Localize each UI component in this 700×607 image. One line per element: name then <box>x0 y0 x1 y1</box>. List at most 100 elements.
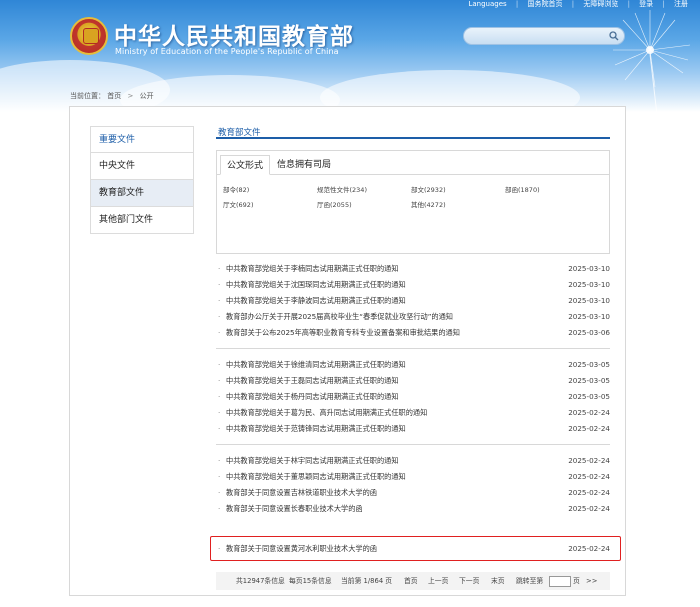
bullet-icon: · <box>218 488 221 497</box>
pager-page-unit: 页 <box>573 577 580 585</box>
bullet-icon: · <box>218 264 221 273</box>
list-item-title[interactable]: 教育部关于公布2025年高等职业教育专科专业设置备案和审批结果的通知 <box>226 328 460 337</box>
list-item-date: 2025-03-05 <box>568 392 610 401</box>
list-item[interactable]: · 教育部关于同意设置黄河水利职业技术大学的函 2025-02-24 <box>216 541 610 557</box>
chevron-right-icon: > <box>127 92 134 100</box>
list-item-title[interactable]: 中共教育部党组关于李楠同志试用期满正式任职的通知 <box>226 264 399 273</box>
filter-tabs: 公文形式 信息拥有司局 <box>217 151 609 175</box>
national-emblem-icon[interactable] <box>70 17 108 55</box>
bullet-icon: · <box>218 504 221 513</box>
pager-total: 共12947条信息 <box>236 577 285 585</box>
list-item[interactable]: · 教育部办公厅关于开展2025届高校毕业生“春季促就业攻坚行动”的通知 2025-… <box>216 309 610 325</box>
pager-go-button[interactable]: >> <box>586 572 597 590</box>
bullet-icon: · <box>218 376 221 385</box>
list-item-title[interactable]: 中共教育部党组关于沈国琛同志试用期满正式任职的通知 <box>226 280 406 289</box>
list-item-title[interactable]: 中共教育部党组关于王磊同志试用期满正式任职的通知 <box>226 376 399 385</box>
list-item-date: 2025-03-10 <box>568 296 610 305</box>
breadcrumb: 当前位置： 首页 > 公开 <box>70 91 154 101</box>
bullet-icon: · <box>218 280 221 289</box>
list-item-title[interactable]: 教育部办公厅关于开展2025届高校毕业生“春季促就业攻坚行动”的通知 <box>226 312 453 321</box>
tab-document-type[interactable]: 公文形式 <box>220 155 271 175</box>
list-item[interactable]: · 中共教育部党组关于李楠同志试用期满正式任职的通知 2025-03-10 <box>216 261 610 277</box>
sidebar-item-other-departments[interactable]: 其他部门文件 <box>90 207 194 234</box>
pager-first-button[interactable]: 首页 <box>404 572 418 590</box>
pager-current: 当前第 1/864 页 <box>341 577 393 585</box>
list-item-date: 2025-03-05 <box>568 376 610 385</box>
category-link[interactable]: 其他(4272) <box>411 199 446 209</box>
content-area: 教育部文件 公文形式 信息拥有司局 部令(82) 规范性文件(234) 部文(2… <box>210 126 621 590</box>
breadcrumb-home[interactable]: 首页 <box>107 92 121 100</box>
pagination: 共12947条信息 每页15条信息 当前第 1/864 页 首页 上一页 下一页… <box>216 572 610 590</box>
list-item[interactable]: · 教育部关于同意设置长春职业技术大学的函 2025-02-24 <box>216 501 610 517</box>
list-item-title[interactable]: 中共教育部党组关于葛为民、高升同志试用期满正式任职的通知 <box>226 408 427 417</box>
list-item-title[interactable]: 中共教育部党组关于徐维清同志试用期满正式任职的通知 <box>226 360 406 369</box>
list-item-date: 2025-02-24 <box>568 408 610 417</box>
bullet-icon: · <box>218 408 221 417</box>
bullet-icon: · <box>218 456 221 465</box>
document-list-highlighted: · 教育部关于同意设置黄河水利职业技术大学的函 2025-02-24 <box>216 541 610 557</box>
bullet-icon: · <box>218 360 221 369</box>
list-item[interactable]: · 中共教育部党组关于董思颖同志试用期满正式任职的通知 2025-02-24 <box>216 469 610 485</box>
list-item[interactable]: · 中共教育部党组关于徐维清同志试用期满正式任职的通知 2025-03-05 <box>216 357 610 373</box>
document-list-group-1: · 中共教育部党组关于李楠同志试用期满正式任职的通知 2025-03-10 · 中共教… <box>216 261 610 341</box>
category-link[interactable]: 厅文(692) <box>223 199 253 209</box>
sidebar-item-central[interactable]: 中央文件 <box>90 153 194 180</box>
list-item-date: 2025-02-24 <box>568 504 610 513</box>
languages-link[interactable]: Languages <box>468 0 506 8</box>
list-item-title[interactable]: 中共教育部党组关于范铸锋同志试用期满正式任职的通知 <box>226 424 406 433</box>
list-item[interactable]: · 中共教育部党组关于王磊同志试用期满正式任职的通知 2025-03-05 <box>216 373 610 389</box>
bullet-icon: · <box>218 296 221 305</box>
list-item-title[interactable]: 中共教育部党组关于林宇同志试用期满正式任职的通知 <box>226 456 399 465</box>
list-item-title[interactable]: 中共教育部党组关于董思颖同志试用期满正式任职的通知 <box>226 472 406 481</box>
list-item-title[interactable]: 中共教育部党组关于李静波同志试用期满正式任职的通知 <box>226 296 406 305</box>
bullet-icon: · <box>218 392 221 401</box>
list-item-title[interactable]: 教育部关于同意设置长春职业技术大学的函 <box>226 504 363 513</box>
sidebar-item-moe[interactable]: 教育部文件 <box>90 180 194 207</box>
bullet-icon: · <box>218 424 221 433</box>
list-item[interactable]: · 中共教育部党组关于葛为民、高升同志试用期满正式任职的通知 2025-02-24 <box>216 405 610 421</box>
category-link[interactable]: 部文(2932) <box>411 184 446 194</box>
breadcrumb-label: 当前位置： <box>70 92 105 100</box>
category-link[interactable]: 部函(1870) <box>505 184 540 194</box>
dandelion-decoration <box>613 10 691 112</box>
list-item[interactable]: · 中共教育部党组关于杨丹同志试用期满正式任职的通知 2025-03-05 <box>216 389 610 405</box>
document-list-group-2: · 中共教育部党组关于徐维清同志试用期满正式任职的通知 2025-03-05 · 中共… <box>216 357 610 437</box>
category-link[interactable]: 规范性文件(234) <box>317 184 367 194</box>
site-subtitle: Ministry of Education of the People's Re… <box>115 47 339 56</box>
gov-home-link[interactable]: 国务院首页 <box>528 0 563 8</box>
list-item-date: 2025-03-10 <box>568 312 610 321</box>
list-item-date: 2025-02-24 <box>568 544 610 553</box>
list-item-date: 2025-02-24 <box>568 424 610 433</box>
list-item-date: 2025-02-24 <box>568 472 610 481</box>
pager-last-button[interactable]: 末页 <box>491 572 505 590</box>
pager-prev-button[interactable]: 上一页 <box>428 572 448 590</box>
bullet-icon: · <box>218 544 221 553</box>
pager-next-button[interactable]: 下一页 <box>459 572 479 590</box>
list-item-date: 2025-03-06 <box>568 328 610 337</box>
list-item-title[interactable]: 中共教育部党组关于杨丹同志试用期满正式任职的通知 <box>226 392 399 401</box>
list-item-title[interactable]: 教育部关于同意设置吉林铁道职业技术大学的函 <box>226 488 377 497</box>
tab-department[interactable]: 信息拥有司局 <box>271 155 337 175</box>
site-title[interactable]: 中华人民共和国教育部 <box>114 17 354 51</box>
divider <box>216 348 610 349</box>
list-item[interactable]: · 中共教育部党组关于林宇同志试用期满正式任职的通知 2025-02-24 <box>216 453 610 469</box>
section-title: 教育部文件 <box>216 126 610 139</box>
document-list-group-3: · 中共教育部党组关于林宇同志试用期满正式任职的通知 2025-02-24 · 中共教… <box>216 453 610 517</box>
category-link[interactable]: 厅函(2055) <box>317 199 352 209</box>
list-item-date: 2025-03-10 <box>568 280 610 289</box>
sidebar-item-important[interactable]: 重要文件 <box>90 126 194 153</box>
separator: | <box>515 0 519 8</box>
breadcrumb-current[interactable]: 公开 <box>140 92 154 100</box>
list-item-date: 2025-03-05 <box>568 360 610 369</box>
list-item[interactable]: · 教育部关于同意设置吉林铁道职业技术大学的函 2025-02-24 <box>216 485 610 501</box>
list-item[interactable]: · 中共教育部党组关于沈国琛同志试用期满正式任职的通知 2025-03-10 <box>216 277 610 293</box>
divider <box>216 444 610 445</box>
category-link[interactable]: 部令(82) <box>223 184 249 194</box>
list-item[interactable]: · 中共教育部党组关于李静波同志试用期满正式任职的通知 2025-03-10 <box>216 293 610 309</box>
list-item[interactable]: · 中共教育部党组关于范铸锋同志试用期满正式任职的通知 2025-02-24 <box>216 421 610 437</box>
page-number-input[interactable] <box>549 576 571 587</box>
main-frame: 重要文件 中央文件 教育部文件 其他部门文件 教育部文件 公文形式 信息拥有司局… <box>69 106 626 596</box>
pager-jump-label: 跳转至第 <box>516 577 544 585</box>
list-item[interactable]: · 教育部关于公布2025年高等职业教育专科专业设置备案和审批结果的通知 2025-… <box>216 325 610 341</box>
list-item-title[interactable]: 教育部关于同意设置黄河水利职业技术大学的函 <box>226 544 377 553</box>
